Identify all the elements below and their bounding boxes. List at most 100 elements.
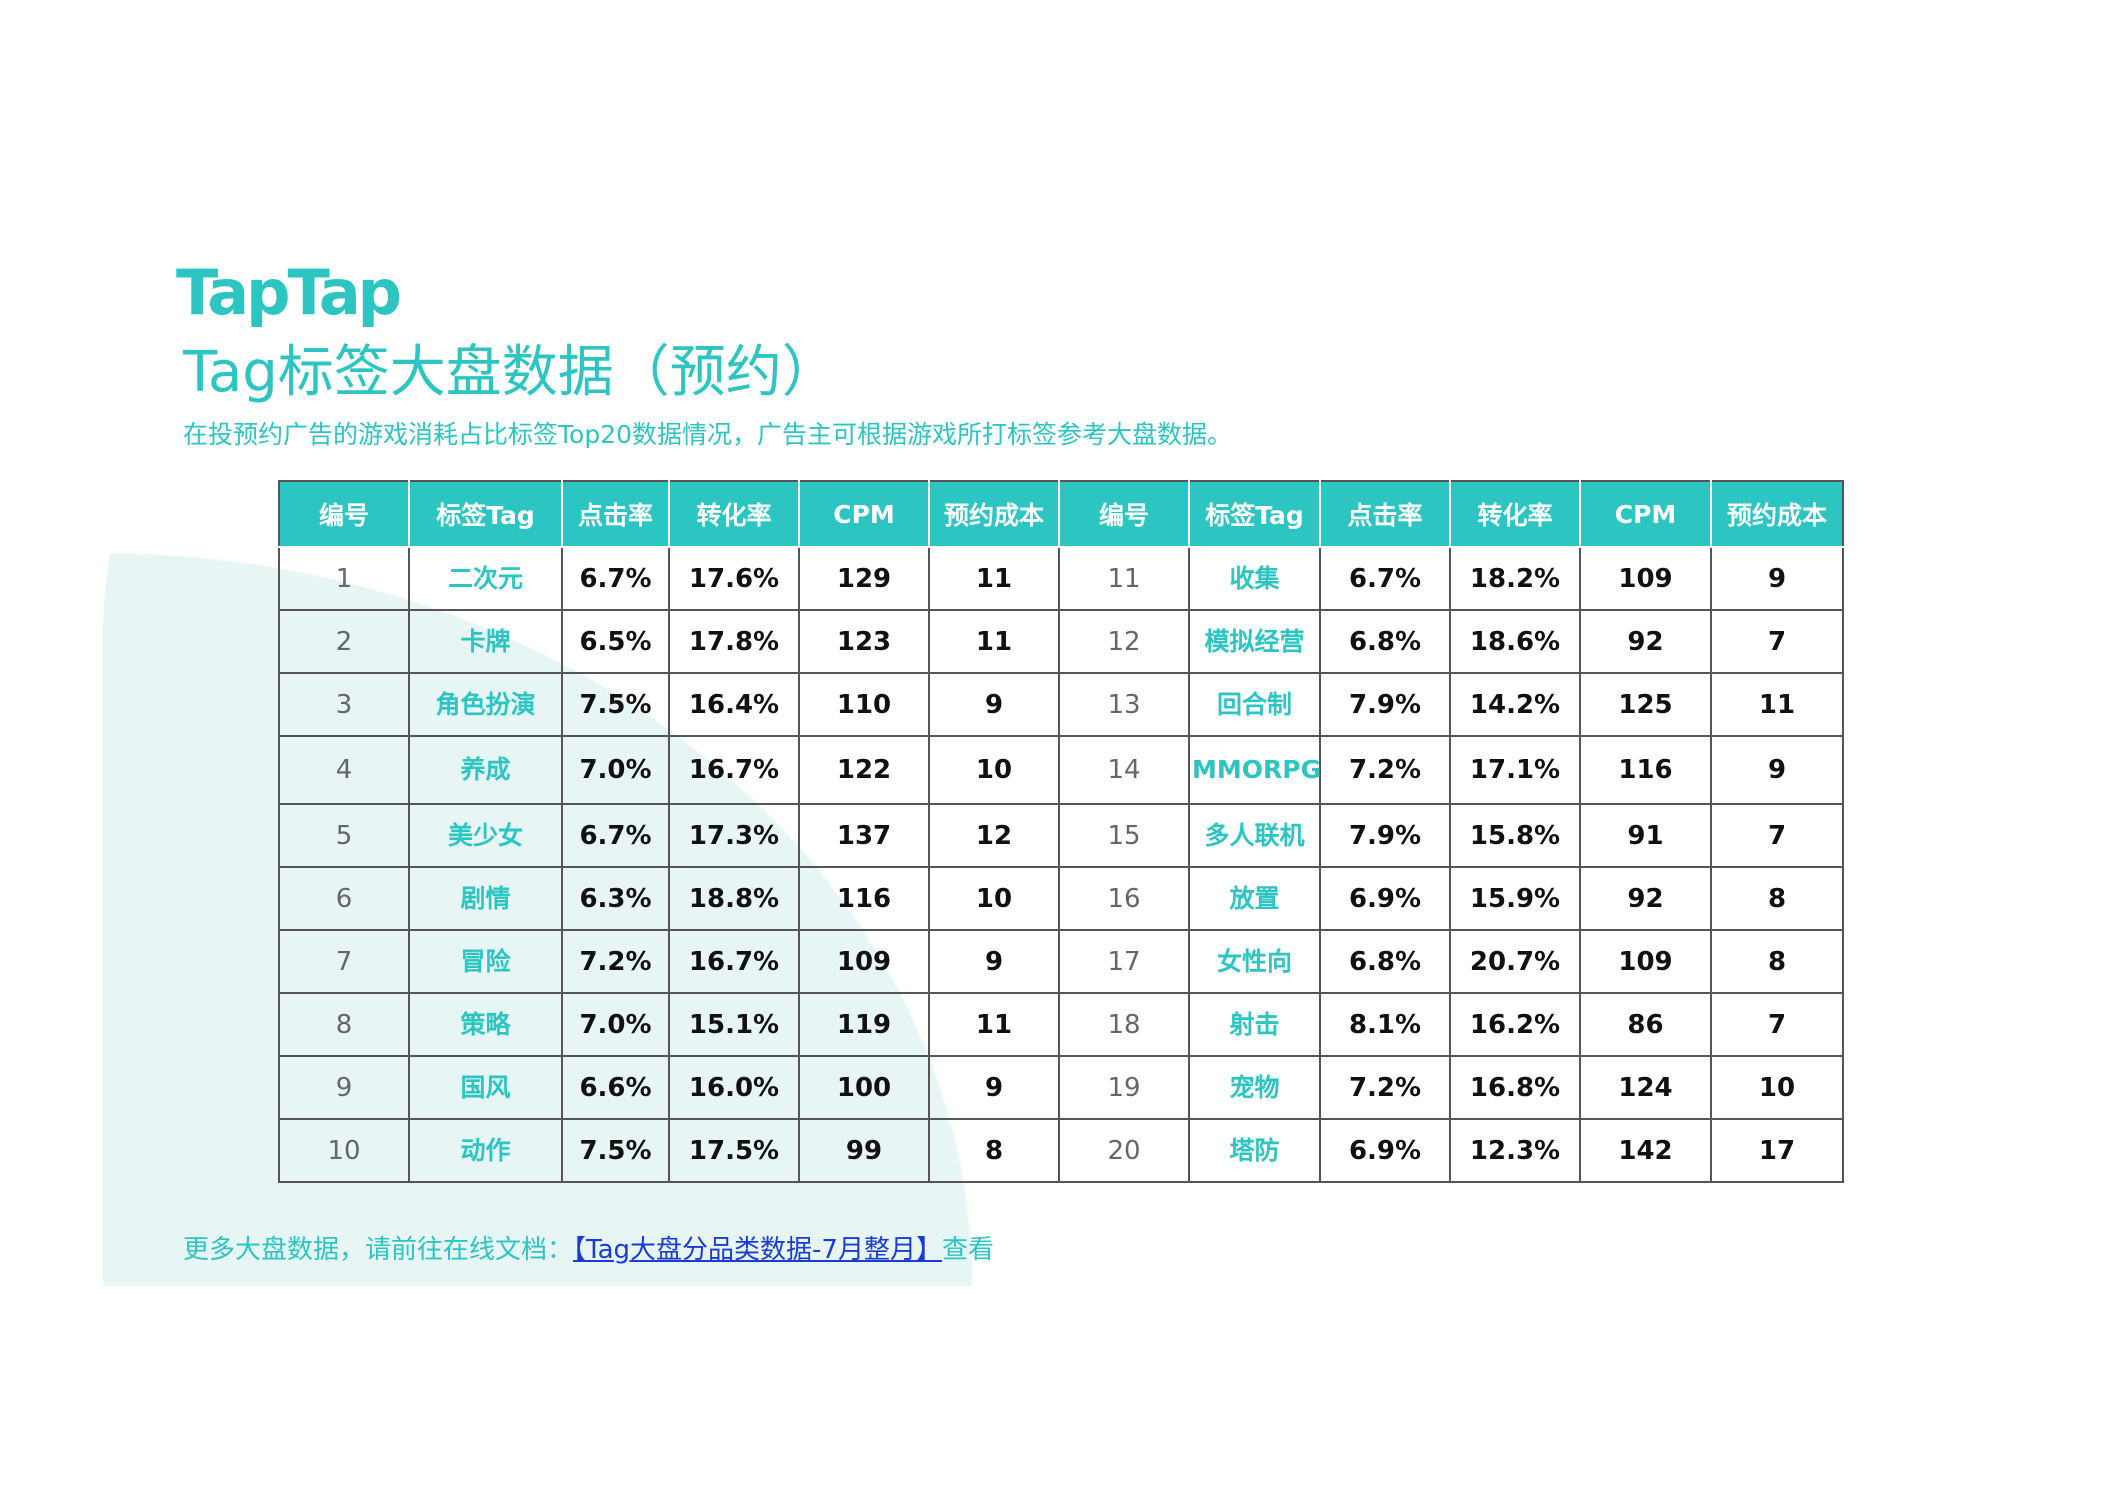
row-number: 20: [1058, 1118, 1190, 1183]
metric-cell: 7.2%: [561, 929, 670, 994]
metric-cell: 7.2%: [1319, 1055, 1451, 1120]
metric-cell: 7.9%: [1319, 803, 1451, 868]
metric-cell: 116: [1579, 735, 1712, 805]
metric-cell: 16.4%: [668, 672, 800, 737]
metric-cell: 6.6%: [561, 1055, 670, 1120]
metric-cell: 91: [1579, 803, 1712, 868]
metric-cell: 100: [798, 1055, 930, 1120]
tag-name: 美少女: [408, 803, 563, 868]
metric-cell: 142: [1579, 1118, 1712, 1183]
metric-cell: 17.3%: [668, 803, 800, 868]
column-header: 编号: [1058, 480, 1190, 548]
row-number: 14: [1058, 735, 1190, 805]
metric-cell: 16.0%: [668, 1055, 800, 1120]
table-row: 1 二次元 6.7% 17.6% 129 11 11 收集 6.7% 18.2% 109 9: [278, 546, 1844, 611]
table-header: 编号 标签Tag 点击率 转化率 CPM 预约成本 编号 标签Tag 点击率 转化率 CPM 预约成本: [278, 480, 1844, 548]
tag-name: 卡牌: [408, 609, 563, 674]
row-number: 1: [278, 546, 410, 611]
online-doc-link[interactable]: 【Tag大盘分品类数据-7月整月】: [573, 1235, 942, 1265]
tag-name: 放置: [1188, 866, 1321, 931]
metric-cell: 15.9%: [1449, 866, 1581, 931]
metric-cell: 6.8%: [1319, 609, 1451, 674]
page-title: Tag标签大盘数据（预约）: [183, 340, 838, 405]
row-number: 5: [278, 803, 410, 868]
metric-cell: 125: [1579, 672, 1712, 737]
footer-note: 更多大盘数据，请前往在线文档：【Tag大盘分品类数据-7月整月】查看: [183, 1229, 994, 1266]
row-number: 9: [278, 1055, 410, 1120]
metric-cell: 6.8%: [1319, 929, 1451, 994]
table-row: 4 养成 7.0% 16.7% 122 10 14 MMORPG 7.2% 17.1% 116 9: [278, 735, 1844, 805]
metric-cell: 119: [798, 992, 930, 1057]
tag-name: 冒险: [408, 929, 563, 994]
metric-cell: 8.1%: [1319, 992, 1451, 1057]
row-number: 7: [278, 929, 410, 994]
column-header: 转化率: [1449, 480, 1581, 548]
taptap-logo: TapTap: [176, 256, 402, 329]
tag-name: 动作: [408, 1118, 563, 1183]
row-number: 19: [1058, 1055, 1190, 1120]
row-number: 18: [1058, 992, 1190, 1057]
tag-name: 塔防: [1188, 1118, 1321, 1183]
metric-cell: 9: [1710, 735, 1844, 805]
column-header: 标签Tag: [408, 480, 563, 548]
metric-cell: 6.9%: [1319, 866, 1451, 931]
metric-cell: 9: [928, 929, 1060, 994]
row-number: 8: [278, 992, 410, 1057]
row-number: 13: [1058, 672, 1190, 737]
row-number: 16: [1058, 866, 1190, 931]
metric-cell: 12: [928, 803, 1060, 868]
metric-cell: 15.8%: [1449, 803, 1581, 868]
tag-name: 射击: [1188, 992, 1321, 1057]
metric-cell: 109: [1579, 546, 1712, 611]
metric-cell: 11: [928, 546, 1060, 611]
row-number: 3: [278, 672, 410, 737]
column-header: 标签Tag: [1188, 480, 1321, 548]
metric-cell: 10: [928, 866, 1060, 931]
row-number: 17: [1058, 929, 1190, 994]
tag-name: 角色扮演: [408, 672, 563, 737]
metric-cell: 9: [928, 1055, 1060, 1120]
metric-cell: 7: [1710, 609, 1844, 674]
tag-name: 多人联机: [1188, 803, 1321, 868]
tag-name: 模拟经营: [1188, 609, 1321, 674]
table-row: 2 卡牌 6.5% 17.8% 123 11 12 模拟经营 6.8% 18.6% 92 7: [278, 609, 1844, 674]
metric-cell: 9: [1710, 546, 1844, 611]
metric-cell: 10: [928, 735, 1060, 805]
metric-cell: 16.7%: [668, 735, 800, 805]
column-header: 预约成本: [1710, 480, 1844, 548]
tag-name: 女性向: [1188, 929, 1321, 994]
metric-cell: 11: [1710, 672, 1844, 737]
metric-cell: 122: [798, 735, 930, 805]
column-header: 点击率: [561, 480, 670, 548]
tag-name: 国风: [408, 1055, 563, 1120]
row-number: 2: [278, 609, 410, 674]
metric-cell: 137: [798, 803, 930, 868]
metric-cell: 18.2%: [1449, 546, 1581, 611]
metric-cell: 17: [1710, 1118, 1844, 1183]
table-row: 10 动作 7.5% 17.5% 99 8 20 塔防 6.9% 12.3% 142 17: [278, 1118, 1844, 1183]
metric-cell: 109: [1579, 929, 1712, 994]
metric-cell: 92: [1579, 609, 1712, 674]
metric-cell: 6.7%: [1319, 546, 1451, 611]
metric-cell: 109: [798, 929, 930, 994]
table-row: 6 剧情 6.3% 18.8% 116 10 16 放置 6.9% 15.9% 92 8: [278, 866, 1844, 931]
metric-cell: 86: [1579, 992, 1712, 1057]
metric-cell: 10: [1710, 1055, 1844, 1120]
metric-cell: 17.8%: [668, 609, 800, 674]
metric-cell: 6.5%: [561, 609, 670, 674]
metric-cell: 9: [928, 672, 1060, 737]
metric-cell: 16.7%: [668, 929, 800, 994]
tag-name: 养成: [408, 735, 563, 805]
metric-cell: 7.0%: [561, 992, 670, 1057]
metric-cell: 99: [798, 1118, 930, 1183]
row-number: 11: [1058, 546, 1190, 611]
page-subtitle: 在投预约广告的游戏消耗占比标签Top20数据情况，广告主可根据游戏所打标签参考大…: [183, 420, 1233, 449]
metric-cell: 16.2%: [1449, 992, 1581, 1057]
column-header: 预约成本: [928, 480, 1060, 548]
metric-cell: 15.1%: [668, 992, 800, 1057]
metric-cell: 14.2%: [1449, 672, 1581, 737]
metric-cell: 11: [928, 609, 1060, 674]
table-row: 9 国风 6.6% 16.0% 100 9 19 宠物 7.2% 16.8% 124 10: [278, 1055, 1844, 1120]
metric-cell: 11: [928, 992, 1060, 1057]
footer-suffix: 查看: [941, 1235, 994, 1265]
